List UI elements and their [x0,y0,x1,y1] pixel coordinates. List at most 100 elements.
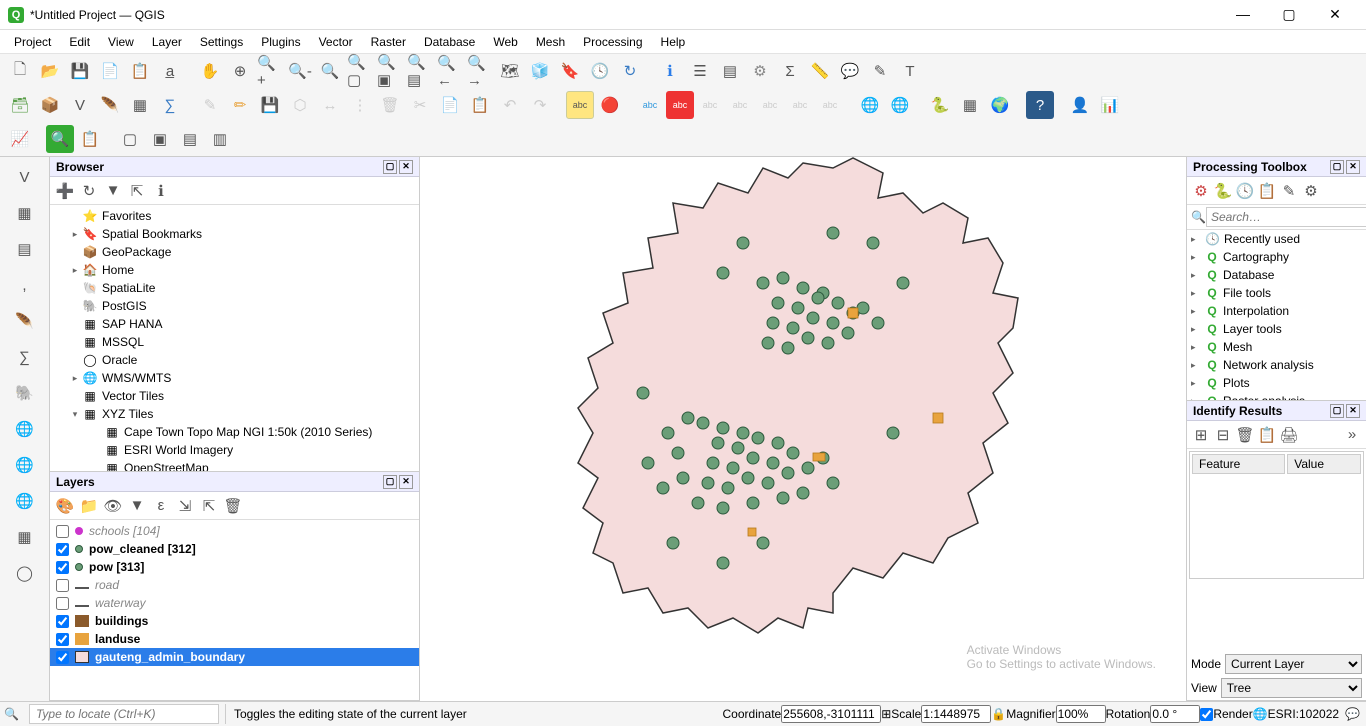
locate-input[interactable] [29,704,219,724]
annotation-icon[interactable]: ✎ [866,57,894,85]
add-wfs-icon[interactable]: 🌐 [9,485,41,517]
add-xyz-icon[interactable]: ▦ [9,521,41,553]
label-highlight-icon[interactable]: abc [666,91,694,119]
select-inv-icon[interactable]: ▥ [206,125,234,153]
scale-input[interactable] [921,705,991,723]
zoom-last-icon[interactable]: 🔍← [436,57,464,85]
toggle-edit-icon[interactable]: ✏ [226,91,254,119]
menu-layer[interactable]: Layer [144,33,190,51]
maximize-button[interactable]: ▢ [1266,6,1312,23]
undo-icon[interactable]: ↶ [496,91,524,119]
menu-processing[interactable]: Processing [575,33,650,51]
zoom-next-icon[interactable]: 🔍→ [466,57,494,85]
new-project-icon[interactable]: 🗋 [6,57,34,85]
browser-filter-icon[interactable]: ▼ [102,180,124,202]
menu-database[interactable]: Database [416,33,483,51]
messages-icon[interactable]: 💬 [1339,707,1366,721]
map-canvas[interactable]: Activate Windows Go to Settings to activ… [420,157,1186,701]
menu-raster[interactable]: Raster [363,33,414,51]
menu-help[interactable]: Help [653,33,694,51]
identify-expand-icon[interactable]: ⊞ [1191,425,1211,445]
toolbox-item[interactable]: ▸QCartography [1187,248,1366,266]
toolbox-close-icon[interactable]: ✕ [1346,160,1360,174]
toolbox-model-icon[interactable]: ⚙ [1191,181,1211,201]
menu-settings[interactable]: Settings [192,33,251,51]
add-wcs-icon[interactable]: 🌐 [9,449,41,481]
pan-icon[interactable]: ✋ [196,57,224,85]
data-source-icon[interactable]: 🗃 [6,91,34,119]
render-checkbox[interactable] [1200,708,1213,721]
globe-search-icon[interactable]: 🌐 [886,91,914,119]
toolbox-item[interactable]: ▸QDatabase [1187,266,1366,284]
toolbox-item[interactable]: ▸QMesh [1187,338,1366,356]
deselect-icon[interactable]: ▤ [176,125,204,153]
add-wms-icon[interactable]: 🌐 [9,413,41,445]
temporal-icon[interactable]: 🕓 [586,57,614,85]
toolbox-icon[interactable]: ⚙ [746,57,774,85]
layout-manager-icon[interactable]: 📋 [126,57,154,85]
browser-item[interactable]: ⭐Favorites [50,207,419,225]
layers-tree[interactable]: schools [104]pow_cleaned [312]pow [313]r… [50,520,419,700]
toolbox-item[interactable]: ▸QRaster analysis [1187,392,1366,400]
layers-panel-header[interactable]: Layers ▢✕ [50,472,419,492]
identify-panel-header[interactable]: Identify Results ▢✕ [1187,401,1366,421]
browser-item[interactable]: ▦MSSQL [50,333,419,351]
zoom-in-icon[interactable]: 🔍+ [256,57,284,85]
attr-table-icon[interactable]: ☰ [686,57,714,85]
new-geopackage-icon[interactable]: 📦 [36,91,64,119]
new-bookmark-icon[interactable]: 🔖 [556,57,584,85]
python-icon[interactable]: 🐍 [926,91,954,119]
crs-label[interactable]: ESRI:102022 [1268,707,1339,721]
browser-close-icon[interactable]: ✕ [399,160,413,174]
layer-row[interactable]: waterway [50,594,419,612]
copy-icon[interactable]: 📄 [436,91,464,119]
browser-item[interactable]: ▦OpenStreetMap [50,459,419,471]
refresh-icon[interactable]: ↻ [616,57,644,85]
text-annotation-icon[interactable]: T [896,57,924,85]
menu-project[interactable]: Project [6,33,59,51]
save-project-icon[interactable]: 💾 [66,57,94,85]
new-virtual-icon[interactable]: ∑ [156,91,184,119]
move-feature-icon[interactable]: ↔ [316,91,344,119]
new-map-view-icon[interactable]: 🗺 [496,57,524,85]
layer-row[interactable]: pow [313] [50,558,419,576]
menu-edit[interactable]: Edit [61,33,98,51]
menu-plugins[interactable]: Plugins [253,33,308,51]
mag-input[interactable] [1056,705,1106,723]
browser-undock-icon[interactable]: ▢ [383,160,397,174]
add-postgis-icon[interactable]: 🐘 [9,377,41,409]
menu-vector[interactable]: Vector [311,33,361,51]
toolbox-item[interactable]: ▸QFile tools [1187,284,1366,302]
identify-more-icon[interactable]: » [1342,425,1362,445]
zoom-selection-icon[interactable]: 🔍▣ [376,57,404,85]
browser-panel-header[interactable]: Browser ▢✕ [50,157,419,177]
identify-col-value[interactable]: Value [1287,454,1361,474]
zoom-native-icon[interactable]: 🔍 [316,57,344,85]
layer-row[interactable]: road [50,576,419,594]
add-virtual-icon[interactable]: ∑ [9,341,41,373]
add-oracle-icon[interactable]: ◯ [9,557,41,589]
plugin-2-icon[interactable]: 📊 [1096,91,1124,119]
toolbox-undock-icon[interactable]: ▢ [1330,160,1344,174]
identify-undock-icon[interactable]: ▢ [1330,404,1344,418]
add-spatialite-icon[interactable]: 🪶 [9,305,41,337]
add-feature-icon[interactable]: ⬡ [286,91,314,119]
browser-add-icon[interactable]: ➕ [54,180,76,202]
zoom-layer-icon[interactable]: 🔍▤ [406,57,434,85]
node-tool-icon[interactable]: ⋮ [346,91,374,119]
coord-input[interactable] [781,705,881,723]
new-shapefile-icon[interactable]: V [66,91,94,119]
style-manager-icon[interactable]: a̲ [156,57,184,85]
pan-to-selection-icon[interactable]: ⊕ [226,57,254,85]
map-tips-icon[interactable]: 💬 [836,57,864,85]
new-3d-view-icon[interactable]: 🧊 [526,57,554,85]
label-pin-icon[interactable]: abc [696,91,724,119]
layer-row[interactable]: schools [104] [50,522,419,540]
layer-row[interactable]: pow_cleaned [312] [50,540,419,558]
label-tool-icon[interactable]: abc [636,91,664,119]
menu-view[interactable]: View [100,33,142,51]
label-rotate-icon[interactable]: abc [786,91,814,119]
toolbox-item[interactable]: ▸QLayer tools [1187,320,1366,338]
globe-add-icon[interactable]: 🌐 [856,91,884,119]
identify-col-feature[interactable]: Feature [1192,454,1285,474]
